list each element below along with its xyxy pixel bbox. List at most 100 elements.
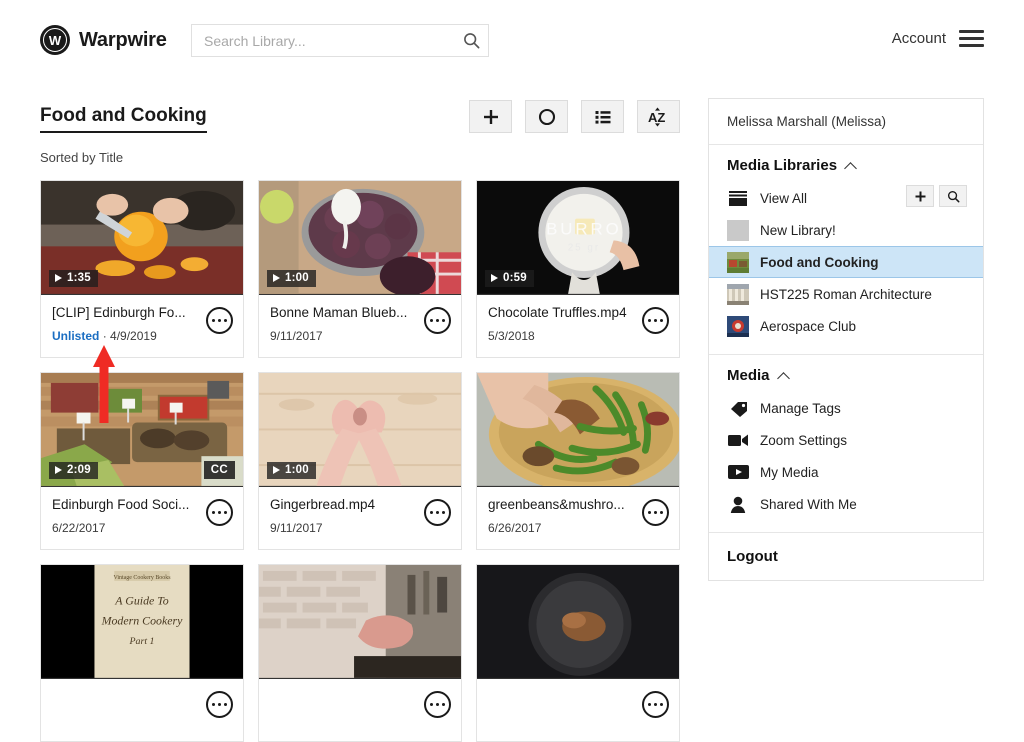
media-heading[interactable]: Media — [709, 367, 983, 392]
account-label[interactable]: Account — [892, 30, 946, 47]
media-subtitle: 9/11/2017 — [270, 521, 450, 535]
duration-badge: 0:59 — [485, 270, 534, 287]
play-rect-icon — [727, 462, 749, 483]
media-title[interactable]: Chocolate Truffles.mp4 — [488, 305, 636, 322]
chevron-up-icon[interactable] — [779, 372, 790, 379]
media-thumbnail[interactable] — [477, 565, 679, 679]
plus-icon — [483, 109, 498, 124]
search-submit-button[interactable] — [454, 25, 488, 56]
media-options-button[interactable] — [206, 499, 233, 526]
page-title: Food and Cooking — [40, 105, 207, 133]
media-options-button[interactable] — [642, 499, 669, 526]
sidebar-item-shared-with-me[interactable]: Shared With Me — [709, 488, 983, 520]
play-icon — [273, 274, 280, 282]
svg-text:Modern Cookery: Modern Cookery — [101, 613, 184, 627]
media-title[interactable]: Bonne Maman Blueb... — [270, 305, 418, 322]
media-title[interactable]: [CLIP] Edinburgh Fo... — [52, 305, 200, 322]
brand-logo[interactable]: W Warpwire — [40, 25, 167, 55]
add-media-button[interactable] — [469, 100, 512, 133]
media-card[interactable]: BURRO 25 gr 0:59 Chocolate Truffles.mp4 … — [476, 180, 680, 358]
duration-label: 1:00 — [285, 464, 309, 476]
svg-text:BURRO: BURRO — [546, 219, 622, 238]
media-meta: Edinburgh Food Soci... 6/22/2017 — [41, 487, 243, 549]
tag-icon — [727, 398, 749, 419]
media-meta: Chocolate Truffles.mp4 5/3/2018 — [477, 295, 679, 357]
media-title[interactable]: Gingerbread.mp4 — [270, 497, 418, 514]
media-subtitle: Unlisted · 4/9/2019 — [52, 329, 232, 343]
svg-text:25 gr: 25 gr — [568, 242, 600, 253]
account-area[interactable]: Account — [892, 30, 984, 47]
media-thumbnail[interactable]: Vintage Cookery Books A Guide To Modern … — [41, 565, 243, 679]
media-card[interactable]: Vintage Cookery Books A Guide To Modern … — [40, 564, 244, 742]
svg-text:AZ: AZ — [648, 110, 665, 125]
media-date: 6/22/2017 — [52, 520, 106, 535]
media-section: Media Manage Tags Zoom Settings My Media… — [709, 355, 983, 533]
search-libraries-button[interactable] — [939, 185, 967, 207]
media-subtitle: 5/3/2018 — [488, 329, 668, 343]
sidebar-item-food-and-cooking[interactable]: Food and Cooking — [709, 246, 983, 278]
media-options-button[interactable] — [424, 499, 451, 526]
media-options-button[interactable] — [206, 307, 233, 334]
media-card[interactable] — [258, 564, 462, 742]
sidebar-item-view-all[interactable]: View All — [709, 182, 983, 214]
media-grid: 1:35 [CLIP] Edinburgh Fo... Unlisted · 4… — [40, 180, 680, 742]
media-meta: [CLIP] Edinburgh Fo... Unlisted · 4/9/20… — [41, 295, 243, 357]
sidebar-item-label: Aerospace Club — [760, 318, 857, 334]
media-card[interactable]: 1:00 Gingerbread.mp4 9/11/2017 — [258, 372, 462, 550]
media-card[interactable]: 2:09 CC Edinburgh Food Soci... 6/22/2017 — [40, 372, 244, 550]
media-thumbnail[interactable] — [259, 565, 461, 679]
library-thumb-architecture-icon — [727, 283, 749, 305]
media-card[interactable]: greenbeans&mushro... 6/26/2017 — [476, 372, 680, 550]
media-title[interactable]: greenbeans&mushro... — [488, 497, 636, 514]
sidebar-item-zoom-settings[interactable]: Zoom Settings — [709, 424, 983, 456]
media-thumbnail[interactable]: 1:00 — [259, 181, 461, 295]
media-meta — [41, 679, 243, 741]
logout-button[interactable]: Logout — [709, 533, 983, 580]
media-options-button[interactable] — [642, 691, 669, 718]
hamburger-icon[interactable] — [959, 30, 984, 47]
logo-letter: W — [48, 32, 62, 48]
record-button[interactable] — [525, 100, 568, 133]
media-thumbnail[interactable]: BURRO 25 gr 0:59 — [477, 181, 679, 295]
current-user-label: Melissa Marshall (Melissa) — [709, 99, 983, 145]
search-input[interactable] — [192, 25, 454, 56]
sidebar-item-new-library[interactable]: New Library! — [709, 214, 983, 246]
media-title[interactable]: Edinburgh Food Soci... — [52, 497, 200, 514]
media-card[interactable]: 1:00 Bonne Maman Blueb... 9/11/2017 — [258, 180, 462, 358]
media-options-button[interactable] — [424, 307, 451, 334]
media-options-button[interactable] — [206, 691, 233, 718]
library-toolbar: AZ — [469, 100, 680, 133]
media-date: 4/9/2019 — [110, 328, 157, 343]
media-meta: greenbeans&mushro... 6/26/2017 — [477, 487, 679, 549]
sidebar-item-manage-tags[interactable]: Manage Tags — [709, 392, 983, 424]
media-options-button[interactable] — [642, 307, 669, 334]
media-thumbnail[interactable]: 1:00 — [259, 373, 461, 487]
duration-label: 0:59 — [503, 272, 527, 284]
app-header: W Warpwire Account — [0, 0, 1024, 80]
closed-caption-badge: CC — [203, 461, 235, 479]
media-options-button[interactable] — [424, 691, 451, 718]
right-sidebar: Melissa Marshall (Melissa) Media Librari… — [708, 98, 984, 581]
sidebar-item-hst225-roman-architecture[interactable]: HST225 Roman Architecture — [709, 278, 983, 310]
list-view-button[interactable] — [581, 100, 624, 133]
svg-text:Part 1: Part 1 — [128, 636, 154, 647]
search-library-box[interactable] — [191, 24, 489, 57]
duration-badge: 1:35 — [49, 270, 98, 287]
sorted-by-label: Sorted by Title — [40, 150, 124, 165]
media-meta — [259, 679, 461, 741]
media-card[interactable]: 1:35 [CLIP] Edinburgh Fo... Unlisted · 4… — [40, 180, 244, 358]
sidebar-item-aerospace-club[interactable]: Aerospace Club — [709, 310, 983, 342]
media-thumbnail[interactable]: 1:35 — [41, 181, 243, 295]
media-thumbnail[interactable] — [477, 373, 679, 487]
media-thumbnail[interactable]: 2:09 CC — [41, 373, 243, 487]
media-meta: Bonne Maman Blueb... 9/11/2017 — [259, 295, 461, 357]
media-card[interactable] — [476, 564, 680, 742]
chevron-up-icon[interactable] — [846, 162, 857, 169]
play-icon — [491, 274, 498, 282]
person-icon — [727, 494, 749, 515]
add-library-button[interactable] — [906, 185, 934, 207]
library-actions — [906, 185, 967, 207]
sidebar-item-my-media[interactable]: My Media — [709, 456, 983, 488]
media-libraries-heading[interactable]: Media Libraries — [709, 157, 983, 182]
sort-button[interactable]: AZ — [637, 100, 680, 133]
